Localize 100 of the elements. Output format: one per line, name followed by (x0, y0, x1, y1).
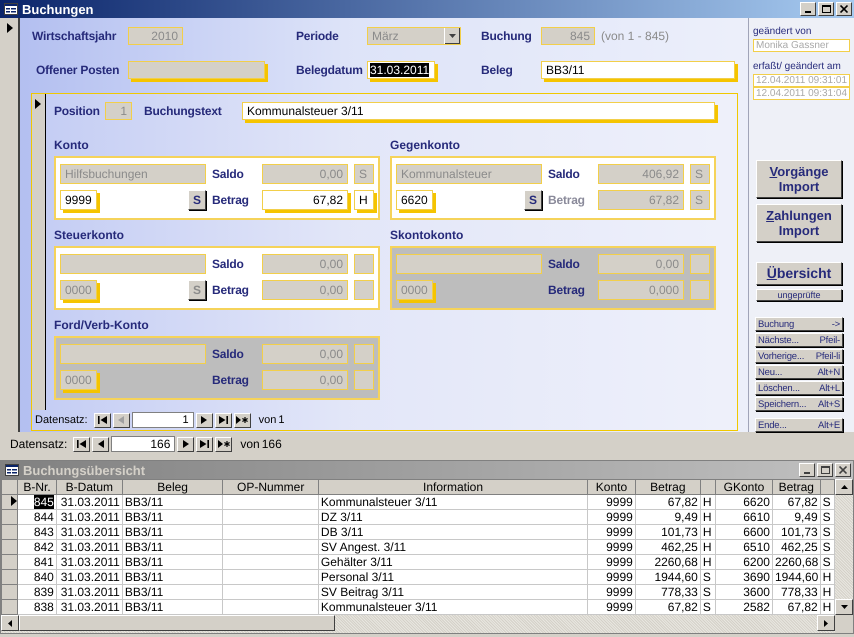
input-field[interactable] (128, 61, 265, 79)
column-header[interactable]: Betrag (772, 480, 820, 494)
table-cell: 101,73 (772, 524, 820, 540)
table-cell: Kommunalsteuer 3/11 (318, 494, 588, 510)
minimize-button[interactable] (799, 463, 815, 477)
window-title: Buchungen (22, 2, 94, 16)
vertical-scrollbar[interactable] (835, 479, 853, 615)
field-label: Beleg (481, 63, 514, 77)
table-cell: 31.03.2011 (56, 554, 122, 570)
form-icon (5, 464, 19, 476)
column-header[interactable]: Information (318, 480, 588, 494)
lookup-button[interactable]: S (524, 190, 542, 210)
table-cell: 9999 (588, 570, 636, 584)
table-cell: H (700, 524, 716, 540)
first-record-button[interactable] (94, 412, 111, 428)
field-label: Belegdatum (296, 63, 364, 77)
input-field[interactable] (354, 254, 374, 274)
input-field[interactable] (354, 280, 374, 300)
column-header[interactable]: Betrag (635, 480, 700, 494)
command-button[interactable]: Ende... Alt+E (755, 418, 843, 432)
command-button[interactable]: Neu... Alt+N (755, 365, 843, 379)
field-label: erfaßt/ geändert am (753, 60, 842, 72)
table-cell: BB3/11 (122, 494, 223, 510)
record-count-label: von (258, 414, 276, 426)
field-label: Buchung (481, 29, 533, 43)
betrag-label: Betrag (212, 373, 250, 387)
maximize-button[interactable] (818, 2, 834, 16)
lookup-button[interactable]: S (188, 190, 206, 210)
close-button[interactable] (835, 463, 851, 477)
record-selector[interactable] (32, 94, 46, 410)
table-cell: 845 (18, 494, 56, 510)
triangle-down-icon (840, 605, 848, 609)
close-icon (839, 466, 847, 474)
command-button[interactable]: Buchung -> (755, 317, 843, 331)
close-button[interactable] (836, 2, 852, 16)
table-cell: 778,33 (772, 584, 820, 600)
table-cell: 1944,60 (772, 570, 820, 584)
table-cell: 778,33 (635, 584, 700, 600)
record-number-field[interactable]: 1 (132, 412, 194, 428)
command-button[interactable]: Löschen... Alt+L (755, 381, 843, 395)
import-button[interactable]: Zahlungen Import (756, 204, 842, 242)
row-selector[interactable] (2, 494, 18, 510)
next-record-button[interactable] (177, 436, 194, 452)
record-pointer-icon (35, 99, 41, 109)
table-cell: 462,25 (772, 540, 820, 554)
new-record-button[interactable] (215, 436, 232, 452)
saldo-label: Saldo (548, 167, 581, 181)
overview-button[interactable]: Übersicht (756, 262, 842, 284)
input-field[interactable]: 31.03.2011 (367, 61, 435, 79)
table-cell: 9999 (588, 554, 636, 570)
command-button[interactable]: Nächste... Pfeil- (755, 333, 843, 347)
table-cell: 9999 (588, 540, 636, 554)
table-cell: BB3/11 (122, 510, 223, 524)
column-header[interactable]: Konto (588, 480, 636, 494)
import-button[interactable]: Vorgänge Import (756, 160, 842, 198)
input-field[interactable]: 9999 (60, 190, 97, 210)
field-label: Offener Posten (35, 63, 120, 77)
table-cell: 31.03.2011 (56, 510, 122, 524)
table-cell: DZ 3/11 (318, 510, 588, 524)
new-record-button[interactable] (234, 412, 251, 428)
triangle-right-icon (824, 620, 828, 626)
record-pointer-icon (11, 496, 17, 506)
unchecked-button[interactable]: ungeprüfte (756, 288, 842, 301)
record-number-field[interactable]: 166 (111, 436, 176, 452)
input-field[interactable]: 6620 (396, 190, 433, 210)
table-cell: DB 3/11 (318, 524, 588, 540)
table-cell: H (700, 510, 716, 524)
maximize-button[interactable] (817, 463, 833, 477)
input-field[interactable] (60, 254, 206, 274)
triangle-right-icon (182, 440, 189, 448)
command-button[interactable]: Speichern... Alt+S (755, 397, 843, 411)
previous-record-button[interactable] (92, 436, 110, 452)
column-header[interactable]: B-Nr. (18, 480, 56, 494)
horizontal-scrollbar[interactable] (1, 615, 835, 633)
input-field[interactable]: BB3/11 (541, 61, 735, 79)
command-button[interactable]: Vorherige... Pfeil-li (755, 349, 843, 363)
next-record-button[interactable] (196, 412, 213, 428)
input-field[interactable]: Kommunalsteuer 3/11 (242, 102, 715, 120)
triangle-right-icon (201, 416, 208, 424)
scroll-thumb[interactable] (19, 615, 335, 631)
first-record-button[interactable] (73, 436, 90, 452)
table-cell: 9,49 (772, 510, 820, 524)
skip-to-start-icon (77, 440, 86, 448)
table-cell: 9999 (588, 584, 636, 600)
betrag-label: Betrag (548, 283, 586, 297)
saldo-label: Saldo (212, 167, 245, 181)
section-title: Ford/Verb-Konto (54, 318, 150, 334)
column-header[interactable]: OP-Nummer (222, 480, 318, 494)
table-cell: 9999 (588, 524, 636, 540)
table-cell: 67,82 (772, 494, 820, 510)
last-record-button[interactable] (214, 412, 232, 428)
column-header[interactable]: GKonto (716, 480, 772, 494)
table-cell: 839 (18, 584, 56, 600)
section-title: Skontokonto (390, 228, 464, 244)
input-field[interactable]: 67,82 (262, 190, 348, 210)
input-field[interactable]: H (354, 190, 374, 210)
minimize-button[interactable] (800, 2, 816, 16)
last-record-button[interactable] (196, 436, 214, 452)
column-header[interactable]: B-Datum (56, 480, 122, 494)
column-header[interactable]: Beleg (122, 480, 223, 494)
